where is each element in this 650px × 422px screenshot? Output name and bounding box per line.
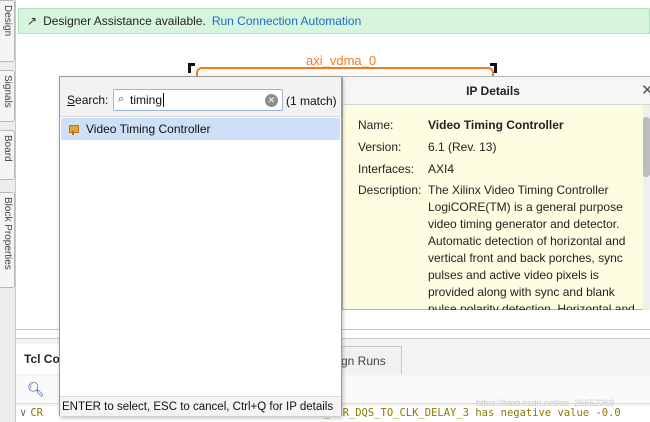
designer-assistance-banner: ↗ Designer Assistance available. Run Con… xyxy=(18,8,650,34)
add-ip-search-popup: Search: ⌕ ✕ (1 match) Video Timing Contr… xyxy=(59,76,342,416)
ip-details-body: Name: Video Timing Controller Version: 6… xyxy=(343,105,643,310)
block-name-label: axi_vdma_0 xyxy=(306,53,377,68)
clear-search-icon[interactable]: ✕ xyxy=(265,94,278,107)
tab-design[interactable]: Design xyxy=(0,0,15,62)
details-scroll-thumb[interactable] xyxy=(643,117,650,177)
result-label: Video Timing Controller xyxy=(86,122,211,136)
detail-key: Version: xyxy=(358,140,402,154)
search-icon: ⌕ xyxy=(118,93,125,105)
ip-core-icon xyxy=(68,124,79,135)
ip-details-title: IP Details xyxy=(466,84,520,98)
ip-details-panel: IP Details ✕ Name: Video Timing Controll… xyxy=(342,76,650,310)
result-item-video-timing-controller[interactable]: Video Timing Controller xyxy=(61,118,340,140)
detail-key: Interfaces: xyxy=(358,162,415,176)
tab-signals-label: Signals xyxy=(2,75,13,108)
left-tab-strip: Design Signals Board Block Properties xyxy=(0,0,16,422)
tab-design-label: Design xyxy=(2,5,13,37)
detail-key: Name: xyxy=(358,118,394,132)
log-prefix: CR xyxy=(30,407,43,419)
log-text: AM_DDR_DQS_TO_CLK_DELAY_3 has negative v… xyxy=(310,407,621,419)
selection-corner-left xyxy=(188,63,195,73)
text-caret xyxy=(163,93,164,107)
tab-board[interactable]: Board xyxy=(0,130,15,180)
details-scrollbar[interactable] xyxy=(643,105,650,310)
detail-value: The Xilinx Video Timing Controller LogiC… xyxy=(428,183,635,310)
ip-details-header: IP Details ✕ xyxy=(343,77,650,105)
search-label-rest: earch: xyxy=(75,93,109,107)
tab-board-label: Board xyxy=(2,135,13,162)
search-icon[interactable]: 🔍︎ xyxy=(27,381,45,398)
search-field[interactable]: ⌕ ✕ xyxy=(113,89,283,111)
expand-chevron-icon[interactable]: ∨ xyxy=(20,407,26,419)
run-connection-automation-link[interactable]: Run Connection Automation xyxy=(212,14,361,28)
search-label-mnemonic: S xyxy=(67,93,76,107)
search-input[interactable] xyxy=(130,92,260,108)
detail-key: Description: xyxy=(358,183,422,197)
tab-signals[interactable]: Signals xyxy=(0,70,15,122)
search-label: Search: xyxy=(67,93,108,107)
detail-value: 6.1 (Rev. 13) xyxy=(428,140,497,154)
search-footer-hint: ENTER to select, ESC to cancel, Ctrl+Q f… xyxy=(60,396,341,416)
banner-message: Designer Assistance available. xyxy=(43,14,206,28)
detail-value: AXI4 xyxy=(428,162,455,176)
search-header: Search: ⌕ ✕ (1 match) xyxy=(60,77,341,117)
tab-block-properties-label: Block Properties xyxy=(2,197,13,270)
match-count: (1 match) xyxy=(286,94,337,108)
pin-icon: ↗ xyxy=(27,14,38,28)
tab-block-properties[interactable]: Block Properties xyxy=(0,192,15,288)
close-icon[interactable]: ✕ xyxy=(641,81,650,99)
detail-value: Video Timing Controller xyxy=(428,118,564,132)
